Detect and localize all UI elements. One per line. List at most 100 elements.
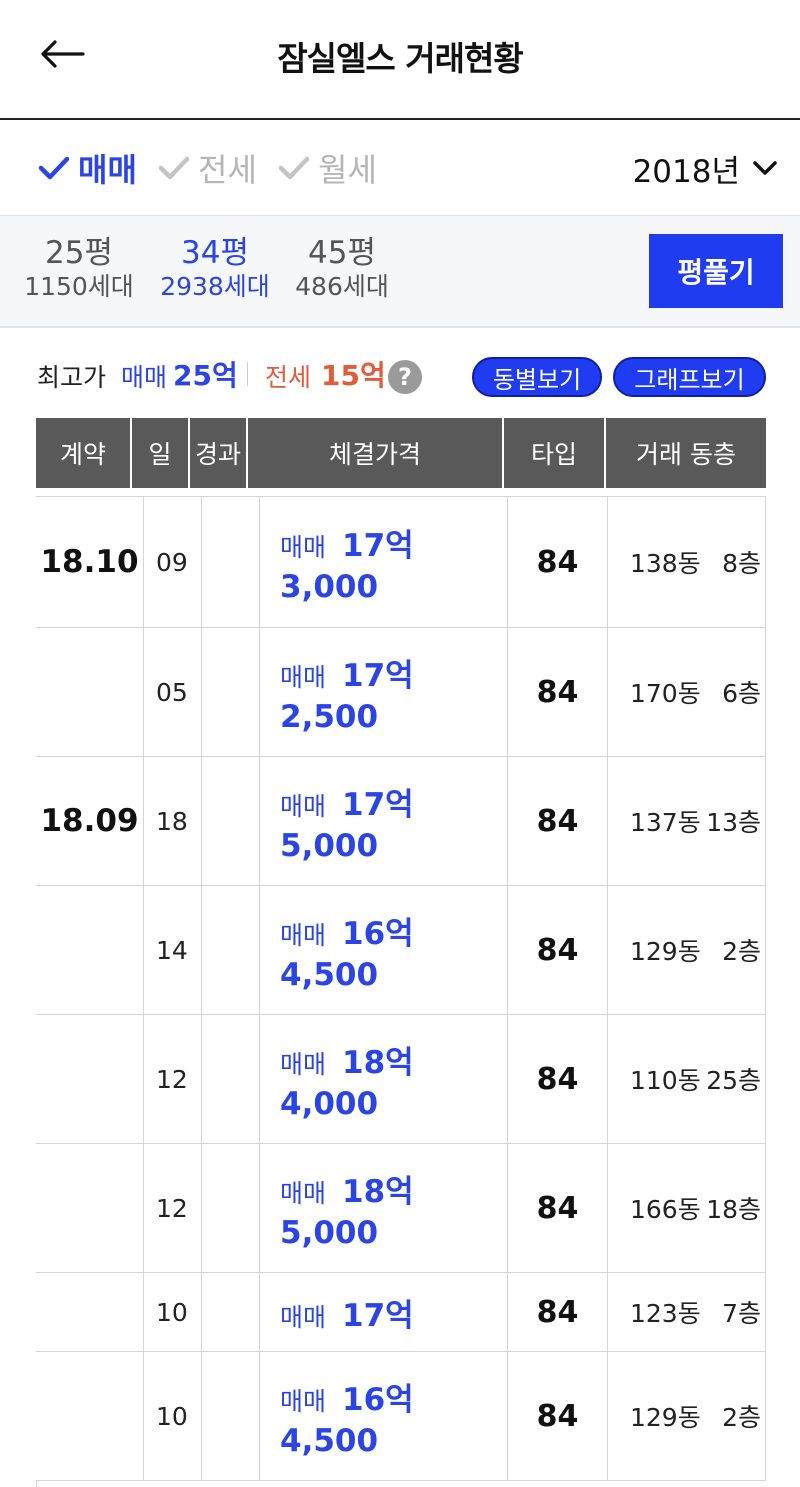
back-arrow-icon	[41, 40, 85, 68]
unit-type: 84	[508, 497, 608, 627]
floor: 2층	[722, 937, 761, 966]
contract-month: 18.09	[36, 757, 144, 885]
max-sale-value: 25억	[173, 359, 238, 392]
price-cell: 매매 17억	[260, 1273, 508, 1351]
deal-type-jeonse[interactable]: 전세	[158, 120, 257, 216]
deal-kind: 매매	[280, 920, 327, 950]
price-cell: 매매 18억 4,000	[260, 1015, 508, 1143]
table-row[interactable]: 10 매매 17억 84 123동 7층	[36, 1273, 766, 1352]
price-rest: 5,000	[280, 1214, 379, 1251]
deal-kind: 매매	[280, 1386, 327, 1416]
price-rest: 4,000	[280, 1085, 379, 1122]
building-floor: 129동 2층	[608, 886, 766, 1014]
size-option-45[interactable]: 45평 486세대	[292, 234, 392, 302]
chevron-down-icon	[753, 161, 777, 175]
max-jeonse-label: 전세	[265, 363, 312, 392]
size-label: 25평	[45, 235, 113, 271]
size-option-34[interactable]: 34평 2938세대	[156, 234, 274, 302]
year-value: 2018년	[632, 153, 740, 190]
floor: 18층	[706, 1195, 761, 1224]
max-sale-label: 매매	[121, 363, 168, 392]
size-label: 45평	[308, 235, 376, 271]
deal-type-label: 매매	[78, 151, 137, 189]
table-row[interactable]: 18.10 09 매매 17억 3,000 84 138동 8층	[36, 496, 766, 628]
floor: 13층	[706, 808, 761, 837]
deal-kind: 매매	[280, 662, 327, 692]
max-price-label: 최고가	[37, 363, 107, 392]
contract-month-empty	[36, 1144, 144, 1272]
table-row[interactable]: 18.09 18 매매 17억 5,000 84 137동 13층	[36, 757, 766, 886]
contract-day: 18	[144, 757, 202, 885]
table-row[interactable]: 12 매매 18억 5,000 84 166동 18층	[36, 1144, 766, 1273]
building: 166동	[630, 1195, 701, 1224]
divider	[247, 362, 248, 386]
deal-type-monthly[interactable]: 월세	[278, 120, 377, 216]
unit-type: 84	[508, 757, 608, 885]
price-rest: 3,000	[280, 568, 379, 605]
household-count: 486세대	[295, 272, 389, 301]
table-row[interactable]: 05 매매 17억 2,500 84 170동 6층	[36, 628, 766, 757]
household-count: 2938세대	[160, 272, 270, 301]
building-floor: 137동 13층	[608, 757, 766, 885]
price-rest: 4,500	[280, 956, 379, 993]
building: 138동	[630, 549, 701, 578]
contract-month-empty	[36, 886, 144, 1014]
check-icon	[278, 156, 310, 180]
contract-day: 05	[144, 628, 202, 756]
year-dropdown[interactable]: 2018년	[633, 120, 778, 216]
table-header: 계약 일 경과 체결가격 타입 거래 동층	[36, 418, 766, 488]
building: 137동	[630, 808, 701, 837]
contract-month-empty	[36, 1352, 144, 1480]
building: 110동	[630, 1066, 701, 1095]
building-floor: 129동 2층	[608, 1352, 766, 1480]
contract-month-empty	[36, 628, 144, 756]
unit-type: 84	[508, 1352, 608, 1480]
price-cell: 매매 17억 3,000	[260, 497, 508, 627]
view-graph-button[interactable]: 그래프보기	[613, 357, 766, 397]
contract-month-empty	[36, 1273, 144, 1351]
view-by-dong-button[interactable]: 동별보기	[472, 357, 602, 397]
header-building-floor: 거래 동층	[636, 440, 736, 469]
floor: 7층	[722, 1299, 761, 1328]
deal-kind: 매매	[280, 1302, 327, 1332]
building: 129동	[630, 937, 701, 966]
elapsed-cell	[202, 1015, 260, 1143]
price-cell: 매매 17억 5,000	[260, 757, 508, 885]
unit-type: 84	[508, 628, 608, 756]
price-eok: 17억	[342, 527, 414, 564]
size-option-25[interactable]: 25평 1150세대	[22, 234, 136, 302]
max-jeonse-value: 15억	[321, 359, 386, 392]
header-price: 체결가격	[248, 418, 504, 488]
table-row[interactable]: 12 매매 18억 4,000 84 110동 25층	[36, 1015, 766, 1144]
deal-kind: 매매	[280, 532, 327, 562]
header-type: 타입	[504, 418, 606, 488]
floor: 2층	[722, 1403, 761, 1432]
price-rest: 5,000	[280, 827, 379, 864]
price-cell: 매매 16억 4,500	[260, 1352, 508, 1480]
floor: 6층	[722, 679, 761, 708]
price-eok: 16억	[342, 915, 414, 952]
building-floor: 166동 18층	[608, 1144, 766, 1272]
check-icon	[158, 156, 190, 180]
unit-type: 84	[508, 1144, 608, 1272]
unit-type: 84	[508, 1015, 608, 1143]
elapsed-cell	[202, 757, 260, 885]
price-cell: 매매 17억 2,500	[260, 628, 508, 756]
price-eok: 16억	[342, 1381, 414, 1418]
header-elapsed: 경과	[190, 418, 248, 488]
contract-day: 10	[144, 1273, 202, 1351]
elapsed-cell	[202, 1144, 260, 1272]
price-rest: 2,500	[280, 698, 379, 735]
price-rest: 4,500	[280, 1422, 379, 1459]
price-eok: 17억	[342, 657, 414, 694]
table-row[interactable]: 10 매매 16억 4,500 84 129동 2층	[36, 1352, 766, 1481]
help-icon[interactable]: ?	[388, 360, 422, 394]
table-row[interactable]: 14 매매 16억 4,500 84 129동 2층	[36, 886, 766, 1015]
contract-day: 09	[144, 497, 202, 627]
back-button[interactable]	[36, 30, 88, 78]
pyeong-unfold-button[interactable]: 평풀기	[649, 234, 783, 308]
elapsed-cell	[202, 1273, 260, 1351]
price-eok: 18억	[342, 1044, 414, 1081]
building-floor: 110동 25층	[608, 1015, 766, 1143]
deal-type-sale[interactable]: 매매	[38, 120, 137, 216]
